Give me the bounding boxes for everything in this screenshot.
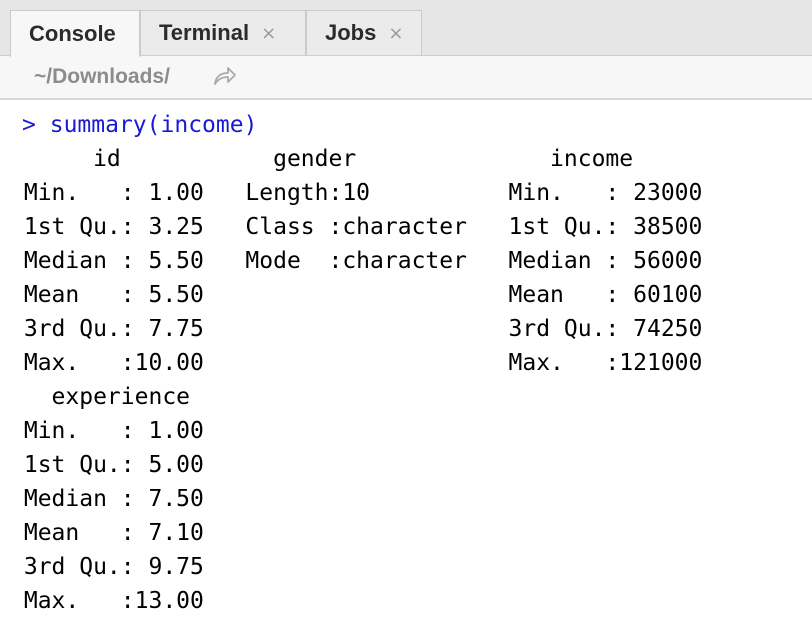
rstudio-console-pane: Console Terminal × Jobs × ~/Downloads/ >…	[0, 0, 812, 618]
output-line: Mean : 7.10	[10, 520, 232, 546]
prompt-symbol: >	[22, 112, 36, 138]
console-output-area[interactable]: > summary(income) id gender income Min. …	[0, 100, 812, 618]
output-line: Min. : 1.00 Length:10 Min. : 23000	[10, 180, 731, 206]
goto-directory-arrow-icon[interactable]	[212, 65, 238, 87]
console-toolbar: ~/Downloads/	[0, 56, 812, 98]
close-icon[interactable]: ×	[261, 23, 276, 44]
close-icon[interactable]: ×	[388, 23, 403, 44]
tab-jobs[interactable]: Jobs ×	[306, 10, 422, 55]
tab-terminal-label: Terminal	[159, 20, 250, 45]
working-directory-path[interactable]: ~/Downloads/	[34, 65, 170, 89]
output-line: 1st Qu.: 3.25 Class :character 1st Qu.: …	[10, 214, 731, 240]
pane-tab-bar: Console Terminal × Jobs ×	[0, 0, 812, 57]
output-line: 3rd Qu.: 7.75 3rd Qu.: 74250	[10, 316, 731, 342]
tab-jobs-label: Jobs	[325, 20, 377, 45]
output-line: Median : 5.50 Mode :character Median : 5…	[10, 248, 731, 274]
command-line: > summary(income)	[22, 108, 257, 142]
output-line: Mean : 5.50 Mean : 60100	[10, 282, 731, 308]
output-line: id gender income	[10, 146, 717, 172]
output-line: 3rd Qu.: 9.75	[10, 554, 232, 580]
command-text: summary(income)	[49, 112, 258, 138]
output-line: Min. : 1.00	[10, 418, 232, 444]
output-line: Max. :10.00 Max. :121000	[10, 350, 731, 376]
output-line: Max. :13.00	[10, 588, 232, 614]
tab-console-label: Console	[29, 21, 116, 46]
output-line: experience	[10, 384, 232, 410]
tab-terminal[interactable]: Terminal ×	[140, 10, 306, 55]
output-line: 1st Qu.: 5.00	[10, 452, 232, 478]
output-line: Median : 7.50	[10, 486, 232, 512]
tab-console[interactable]: Console	[10, 10, 140, 57]
